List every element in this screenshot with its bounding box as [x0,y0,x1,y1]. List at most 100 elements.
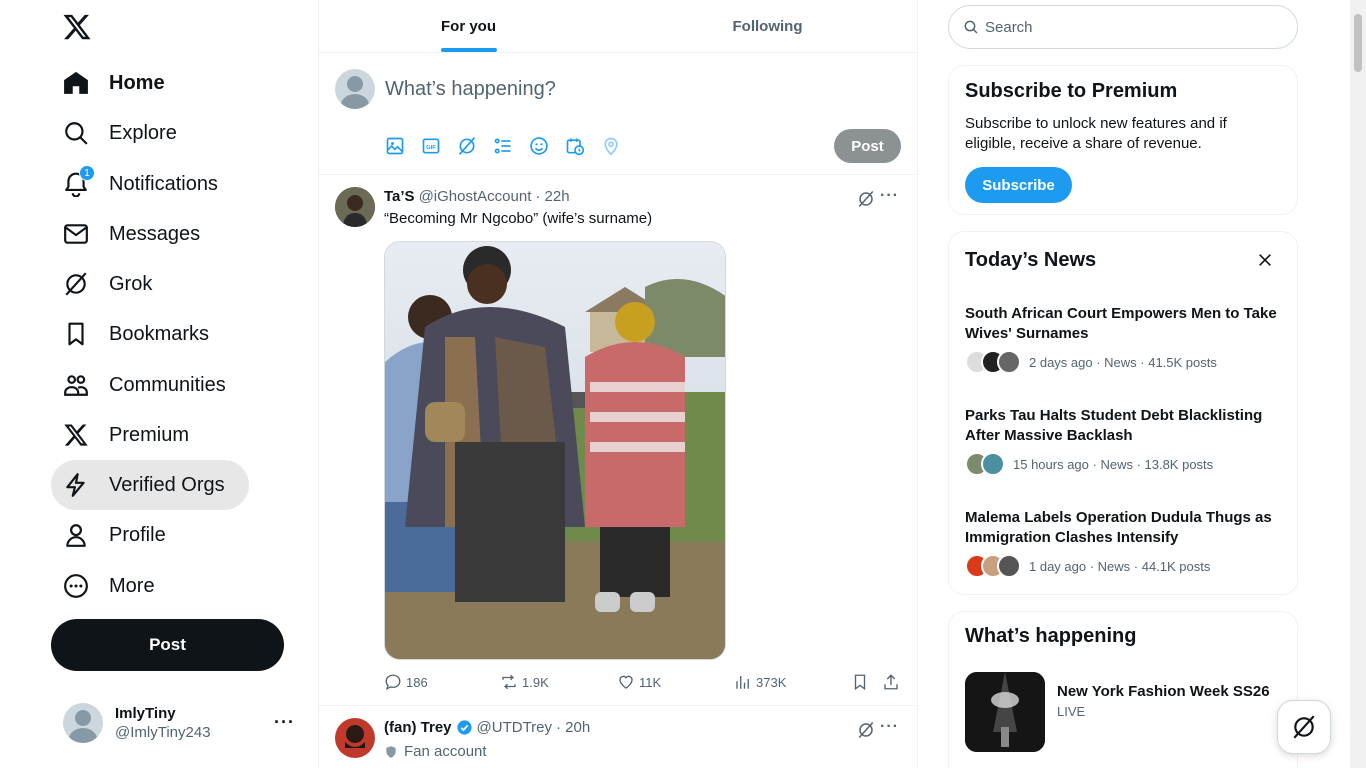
grok-icon [63,271,89,297]
nav-verified-orgs[interactable]: Verified Orgs [51,460,249,510]
like-count: 11K [639,674,662,690]
avatar[interactable] [335,718,375,758]
verified-badge-icon [456,719,473,736]
search-icon [63,120,89,146]
nav-home[interactable]: Home [51,58,189,108]
share-button[interactable] [882,673,904,691]
poll-icon[interactable] [493,136,513,156]
nav-notifications[interactable]: 1 Notifications [51,159,242,209]
more-icon[interactable]: ··· [880,187,899,205]
nav-label: Home [109,71,165,94]
nav-more[interactable]: More [51,561,179,611]
scrollbar[interactable] [1350,0,1366,768]
tweet[interactable]: (fan) Trey @UTDTrey · 20h ··· Fan accoun… [319,706,917,768]
news-headline: Malema Labels Operation Dudula Thugs as … [965,509,1272,546]
view-count: 373K [756,674,787,690]
tweet-author-handle[interactable]: @iGhostAccount [419,188,532,205]
nav-label: More [109,574,155,597]
nav-label: Explore [109,121,177,144]
news-item[interactable]: South African Court Empowers Men to Take… [965,304,1285,374]
close-icon[interactable] [1257,252,1273,268]
repost-icon [502,674,516,690]
more-circle-icon [63,573,89,599]
reply-count: 186 [406,674,428,690]
tweet-label: Fan account [384,743,487,760]
compose-input[interactable]: What’s happening? [385,78,556,101]
tweet-author-name[interactable]: (fan) Trey [384,719,452,736]
search-placeholder: Search [985,18,1033,36]
nav-grok[interactable]: Grok [51,259,176,309]
svg-text:GIF: GIF [426,145,436,151]
tweet-author-handle[interactable]: @UTDTrey [477,719,553,736]
account-switcher[interactable]: ImlyTiny @ImlyTiny243 ··· [51,694,307,752]
schedule-icon[interactable] [565,136,585,156]
composer-post-button[interactable]: Post [834,129,901,163]
news-item[interactable]: Malema Labels Operation Dudula Thugs as … [965,508,1285,578]
scrollbar-thumb[interactable] [1354,14,1362,72]
grok-floating-button[interactable] [1277,700,1331,754]
tweet-timestamp[interactable]: · 22h [535,188,569,205]
news-title: Today’s News [965,249,1097,271]
nav-premium[interactable]: Premium [51,410,213,460]
whats-happening-card: What’s happening New York Fashion Week S… [948,611,1298,768]
tweet-timestamp[interactable]: · 20h [556,719,590,736]
more-icon[interactable]: ··· [880,718,899,736]
nav-label: Bookmarks [109,322,210,345]
nav-explore[interactable]: Explore [51,108,201,158]
like-button[interactable]: 11K [617,673,661,691]
nav-profile[interactable]: Profile [51,510,190,560]
x-logo-icon [63,422,89,448]
notification-badge: 1 [79,165,95,181]
tab-for-you[interactable]: For you [319,0,618,52]
grok-icon [1291,714,1317,740]
news-meta: 15 hours ago · News · 13.8K posts [1013,456,1214,472]
tweet-text: “Becoming Mr Ngcobo” (wife’s surname) [384,210,653,227]
grok-icon[interactable] [457,136,477,156]
news-meta: 1 day ago · News · 44.1K posts [1029,558,1211,574]
person-icon [63,522,89,548]
nav-label: Communities [109,373,226,396]
reply-button[interactable]: 186 [384,673,428,691]
premium-card: Subscribe to Premium Subscribe to unlock… [948,65,1298,215]
nav-label: Premium [109,423,190,446]
premium-description: Subscribe to unlock new features and if … [965,115,1227,152]
emoji-icon[interactable] [529,136,549,156]
more-icon[interactable]: ··· [274,712,295,733]
avatar[interactable] [335,187,375,227]
tab-following[interactable]: Following [618,0,917,52]
nav-label: Verified Orgs [109,473,225,496]
trend-thumbnail [965,672,1045,752]
gif-icon[interactable]: GIF [421,136,441,156]
post-button[interactable]: Post [51,619,284,671]
grok-icon[interactable] [857,721,875,739]
tweet-actions: 186 1.9K 11K 373K [384,673,904,693]
avatar [335,69,375,109]
tweet-header: (fan) Trey @UTDTrey · 20h [384,719,590,736]
main-timeline: For you Following What’s happening? GIF [318,0,918,768]
search-input[interactable]: Search [948,5,1298,49]
grok-icon[interactable] [857,190,875,208]
reply-icon [385,674,401,691]
premium-title: Subscribe to Premium [965,80,1178,102]
tweet[interactable]: Ta’S @iGhostAccount · 22h ··· “Becoming … [319,175,917,706]
nav-communities[interactable]: Communities [51,360,250,410]
todays-news-card: Today’s News South African Court Empower… [948,231,1298,595]
x-logo-icon[interactable] [62,12,92,42]
nav-messages[interactable]: Messages [51,209,224,259]
repost-button[interactable]: 1.9K [500,673,549,691]
news-meta: 2 days ago · News · 41.5K posts [1029,354,1217,370]
trend-item[interactable]: New York Fashion Week SS26 LIVE [965,672,1270,752]
avatar-group [965,554,1021,578]
communities-icon [63,372,89,398]
nav-bookmarks[interactable]: Bookmarks [51,309,233,359]
avatar-group [965,452,1005,476]
fan-account-label: Fan account [404,743,487,760]
tweet-author-name[interactable]: Ta’S [384,188,415,205]
news-item[interactable]: Parks Tau Halts Student Debt Blacklistin… [965,406,1285,476]
subscribe-button[interactable]: Subscribe [965,167,1072,203]
views-button[interactable]: 373K [734,673,786,691]
tweet-image[interactable] [384,241,726,660]
bookmark-button[interactable] [851,673,873,691]
image-icon[interactable] [385,136,405,156]
trend-title: New York Fashion Week SS26 [1057,683,1270,700]
